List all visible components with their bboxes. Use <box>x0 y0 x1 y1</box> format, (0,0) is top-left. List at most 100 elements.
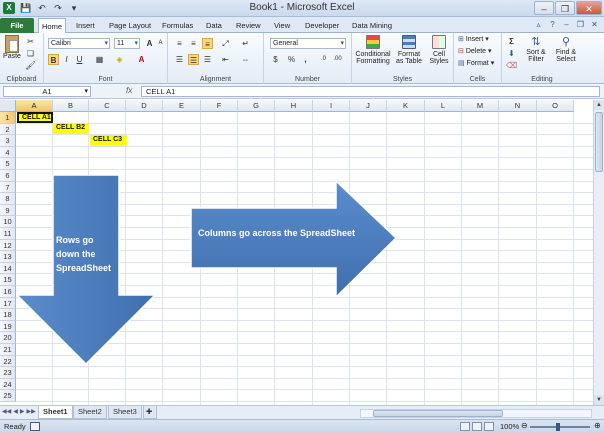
close-button[interactable]: ✕ <box>576 1 602 15</box>
horizontal-scrollbar[interactable] <box>360 409 592 418</box>
column-header-i[interactable]: I <box>313 100 350 112</box>
maximize-button[interactable]: ❐ <box>555 1 575 15</box>
row-header-4[interactable]: 4 <box>0 146 16 159</box>
font-color-icon[interactable]: A <box>136 54 147 65</box>
tab-formulas[interactable]: Formulas <box>159 18 196 33</box>
column-header-n[interactable]: N <box>499 100 537 112</box>
normal-view-icon[interactable] <box>460 422 470 431</box>
copy-icon[interactable]: ❏ <box>25 48 36 59</box>
tab-home[interactable]: Home <box>38 18 67 34</box>
column-header-m[interactable]: M <box>462 100 499 112</box>
delete-cells-button[interactable]: ⊟ Delete ▾ <box>458 47 492 55</box>
cell-a1[interactable]: CELL A1 <box>17 112 53 123</box>
column-header-d[interactable]: D <box>126 100 163 112</box>
column-header-k[interactable]: K <box>387 100 425 112</box>
tab-developer[interactable]: Developer <box>302 18 342 33</box>
row-header-15[interactable]: 15 <box>0 274 16 286</box>
align-middle-icon[interactable]: ≡ <box>188 38 199 49</box>
page-layout-view-icon[interactable] <box>472 422 482 431</box>
row-header-18[interactable]: 18 <box>0 309 16 321</box>
underline-button[interactable]: U <box>74 54 85 65</box>
borders-icon[interactable]: ▦ <box>94 54 105 65</box>
doc-restore-icon[interactable]: ❐ <box>575 19 586 30</box>
tab-review[interactable]: Review <box>233 18 264 33</box>
percent-button[interactable]: % <box>286 54 297 65</box>
last-sheet-icon[interactable]: ▶▶ <box>26 408 35 415</box>
grow-font-button[interactable]: A <box>144 38 155 49</box>
tab-insert[interactable]: Insert <box>73 18 98 33</box>
zoom-level[interactable]: 100% <box>500 422 519 431</box>
row-header-21[interactable]: 21 <box>0 344 16 356</box>
column-header-c[interactable]: C <box>89 100 126 112</box>
tab-view[interactable]: View <box>271 18 293 33</box>
number-format-select[interactable]: General <box>270 38 346 49</box>
next-sheet-icon[interactable]: ▶ <box>20 408 25 415</box>
first-sheet-icon[interactable]: ◀◀ <box>2 408 11 415</box>
worksheet-grid[interactable]: ABCDEFGHIJKLMNO 1 2 3 4 5 6 7 8 9 10 11 12 13 14 15 16 1… <box>0 100 593 405</box>
clear-icon[interactable]: ⌫ <box>506 60 517 71</box>
font-name-select[interactable]: Calibri <box>48 38 110 49</box>
decrease-decimal-icon[interactable]: .00 <box>332 54 343 65</box>
increase-decimal-icon[interactable]: .0 <box>318 54 329 65</box>
insert-sheet-icon[interactable]: ✚ <box>143 406 157 419</box>
paste-button[interactable]: Paste <box>3 35 21 60</box>
sheet-tab-sheet2[interactable]: Sheet2 <box>73 406 107 419</box>
conditional-formatting-button[interactable]: Conditional Formatting <box>354 35 392 65</box>
row-header-10[interactable]: 10 <box>0 216 16 228</box>
bold-button[interactable]: B <box>48 54 59 65</box>
row-header-9[interactable]: 9 <box>0 204 16 217</box>
tab-data-mining[interactable]: Data Mining <box>349 18 395 33</box>
row-header-7[interactable]: 7 <box>0 181 16 194</box>
orientation-icon[interactable]: ⤢ <box>220 38 231 49</box>
horizontal-scroll-thumb[interactable] <box>373 410 503 417</box>
row-header-23[interactable]: 23 <box>0 367 16 379</box>
doc-close-icon[interactable]: ✕ <box>589 19 600 30</box>
cut-icon[interactable]: ✂ <box>25 36 36 47</box>
row-header-1[interactable]: 1 <box>0 112 16 124</box>
minimize-button[interactable]: – <box>534 1 554 15</box>
scroll-down-icon[interactable]: ▼ <box>594 395 604 405</box>
column-header-h[interactable]: H <box>275 100 313 112</box>
row-header-13[interactable]: 13 <box>0 251 16 263</box>
align-bottom-icon[interactable]: ≡ <box>202 38 213 49</box>
row-header-11[interactable]: 11 <box>0 228 16 240</box>
find-select-button[interactable]: ⚲ Find & Select <box>552 35 580 63</box>
prev-sheet-icon[interactable]: ◀ <box>13 408 18 415</box>
select-all-corner[interactable] <box>0 100 16 112</box>
row-header-20[interactable]: 20 <box>0 332 16 344</box>
zoom-in-icon[interactable]: ⊕ <box>594 421 601 430</box>
autosum-icon[interactable]: Σ <box>506 36 517 47</box>
format-painter-icon[interactable]: 🖌 <box>25 60 36 71</box>
italic-button[interactable]: I <box>61 54 72 65</box>
name-box[interactable]: A1 <box>3 86 91 97</box>
scroll-up-icon[interactable]: ▲ <box>594 100 604 110</box>
column-header-g[interactable]: G <box>238 100 275 112</box>
currency-button[interactable]: $ <box>270 54 281 65</box>
doc-minimize-icon[interactable]: – <box>561 19 572 30</box>
minimize-ribbon-icon[interactable]: ▵ <box>533 19 544 30</box>
row-header-22[interactable]: 22 <box>0 355 16 368</box>
tab-page-layout[interactable]: Page Layout <box>106 18 154 33</box>
help-icon[interactable]: ? <box>547 19 558 30</box>
zoom-slider-thumb[interactable] <box>556 423 560 431</box>
comma-button[interactable]: , <box>300 54 311 65</box>
tab-file[interactable]: File <box>0 18 34 33</box>
insert-function-icon[interactable]: fx <box>126 86 132 95</box>
sheet-tab-sheet3[interactable]: Sheet3 <box>108 406 142 419</box>
row-header-24[interactable]: 24 <box>0 378 16 391</box>
row-header-17[interactable]: 17 <box>0 297 16 310</box>
format-as-table-button[interactable]: Format as Table <box>394 35 424 65</box>
row-header-5[interactable]: 5 <box>0 158 16 170</box>
insert-cells-button[interactable]: ⊞ Insert ▾ <box>458 35 489 43</box>
font-size-select[interactable]: 11 <box>114 38 140 49</box>
align-right-icon[interactable]: ☰ <box>202 54 213 65</box>
column-header-j[interactable]: J <box>350 100 387 112</box>
align-top-icon[interactable]: ≡ <box>174 38 185 49</box>
indent-icon[interactable]: ⇤ <box>220 54 231 65</box>
shrink-font-button[interactable]: A <box>155 38 166 49</box>
row-header-16[interactable]: 16 <box>0 286 16 298</box>
column-header-a[interactable]: A <box>16 100 53 112</box>
zoom-slider[interactable] <box>530 426 590 428</box>
row-header-2[interactable]: 2 <box>0 123 16 136</box>
cell-c3[interactable]: CELL C3 <box>90 135 127 146</box>
